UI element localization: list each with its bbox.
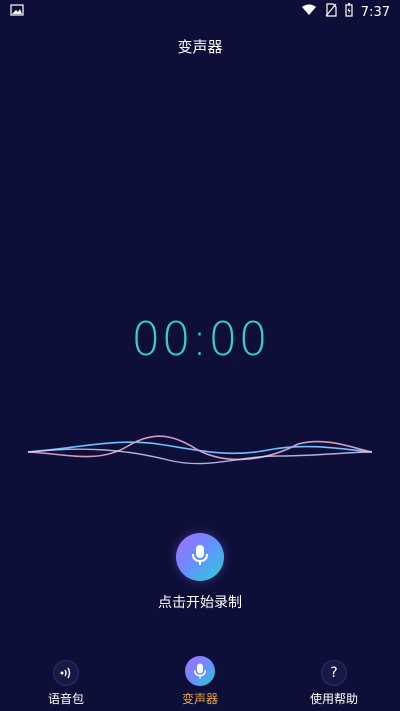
record-button[interactable] <box>176 533 224 581</box>
microphone-icon <box>185 656 215 686</box>
microphone-icon <box>190 543 210 571</box>
tab-label: 使用帮助 <box>309 692 358 706</box>
gallery-icon <box>10 4 24 20</box>
record-label: 点击开始录制 <box>158 595 242 611</box>
tab-help[interactable]: ? 使用帮助 <box>294 651 374 707</box>
sound-wave-visual <box>28 435 372 465</box>
tab-voice-changer[interactable]: 变声器 <box>160 651 240 707</box>
tab-voice-pack[interactable]: 语音包 <box>26 651 106 707</box>
battery-icon <box>345 3 353 21</box>
tab-label: 语音包 <box>47 692 84 706</box>
page-title: 变声器 <box>177 38 223 56</box>
wave-line-pink <box>28 435 372 461</box>
no-sim-icon <box>325 3 337 21</box>
status-time: 7:37 <box>360 4 390 20</box>
bottom-tab-bar: 语音包 变声器 ? 使用帮助 <box>0 651 400 711</box>
status-bar: 7:37 <box>0 0 400 24</box>
tab-label: 变声器 <box>181 692 218 706</box>
question-icon: ? <box>321 660 347 686</box>
recording-timer: 00:00 <box>131 312 269 366</box>
sound-wave-icon <box>53 660 79 686</box>
wifi-icon <box>301 4 317 20</box>
status-icons: 7:37 <box>301 3 390 21</box>
